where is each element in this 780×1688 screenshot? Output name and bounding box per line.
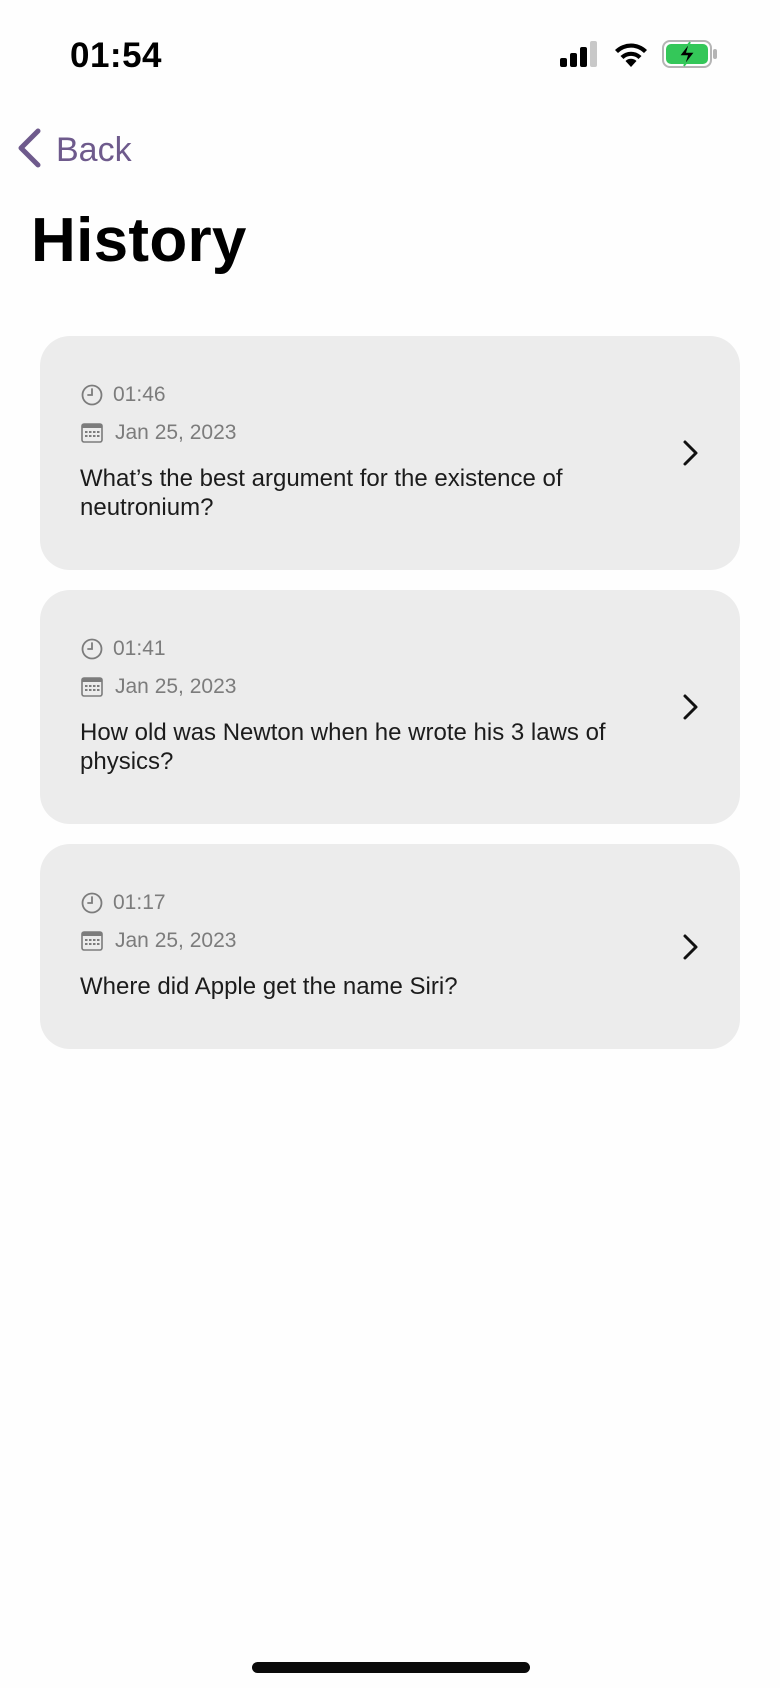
history-time: 01:41 <box>113 637 166 660</box>
history-time: 01:46 <box>113 383 166 406</box>
history-item[interactable]: 01:46 Jan 25, 2023 What’s the best argum… <box>40 336 740 570</box>
chevron-right-icon <box>680 438 702 468</box>
back-button[interactable]: Back <box>16 122 132 178</box>
calendar-icon <box>80 675 104 699</box>
history-date: Jan 25, 2023 <box>115 675 237 698</box>
history-date: Jan 25, 2023 <box>115 929 237 952</box>
calendar-icon <box>80 421 104 445</box>
history-question: How old was Newton when he wrote his 3 l… <box>80 719 606 775</box>
status-icons <box>560 39 718 74</box>
date-row: Jan 25, 2023 <box>80 928 620 954</box>
time-row: 01:17 <box>80 890 620 916</box>
history-question: What’s the best argument for the existen… <box>80 465 563 521</box>
date-row: Jan 25, 2023 <box>80 420 620 446</box>
wifi-icon <box>614 41 648 72</box>
clock-icon <box>80 637 104 661</box>
status-bar: 01:54 <box>0 0 780 110</box>
status-time: 01:54 <box>70 36 163 75</box>
clock-icon <box>80 891 104 915</box>
cellular-signal-icon <box>560 40 600 72</box>
history-date: Jan 25, 2023 <box>115 421 237 444</box>
time-row: 01:41 <box>80 636 620 662</box>
battery-charging-icon <box>662 39 718 74</box>
chevron-right-icon <box>680 692 702 722</box>
chevron-right-icon <box>680 932 702 962</box>
page-title: History <box>31 206 247 275</box>
history-item[interactable]: 01:17 Jan 25, 2023 Where did Apple get t… <box>40 844 740 1049</box>
back-label: Back <box>56 130 132 169</box>
clock-icon <box>80 383 104 407</box>
history-time: 01:17 <box>113 891 166 914</box>
calendar-icon <box>80 929 104 953</box>
date-row: Jan 25, 2023 <box>80 674 620 700</box>
time-row: 01:46 <box>80 382 620 408</box>
history-question: Where did Apple get the name Siri? <box>80 973 458 1000</box>
history-list: 01:46 Jan 25, 2023 What’s the best argum… <box>40 336 740 1069</box>
chevron-left-icon <box>16 128 42 173</box>
home-indicator[interactable] <box>252 1662 530 1673</box>
history-item[interactable]: 01:41 Jan 25, 2023 How old was Newton wh… <box>40 590 740 824</box>
